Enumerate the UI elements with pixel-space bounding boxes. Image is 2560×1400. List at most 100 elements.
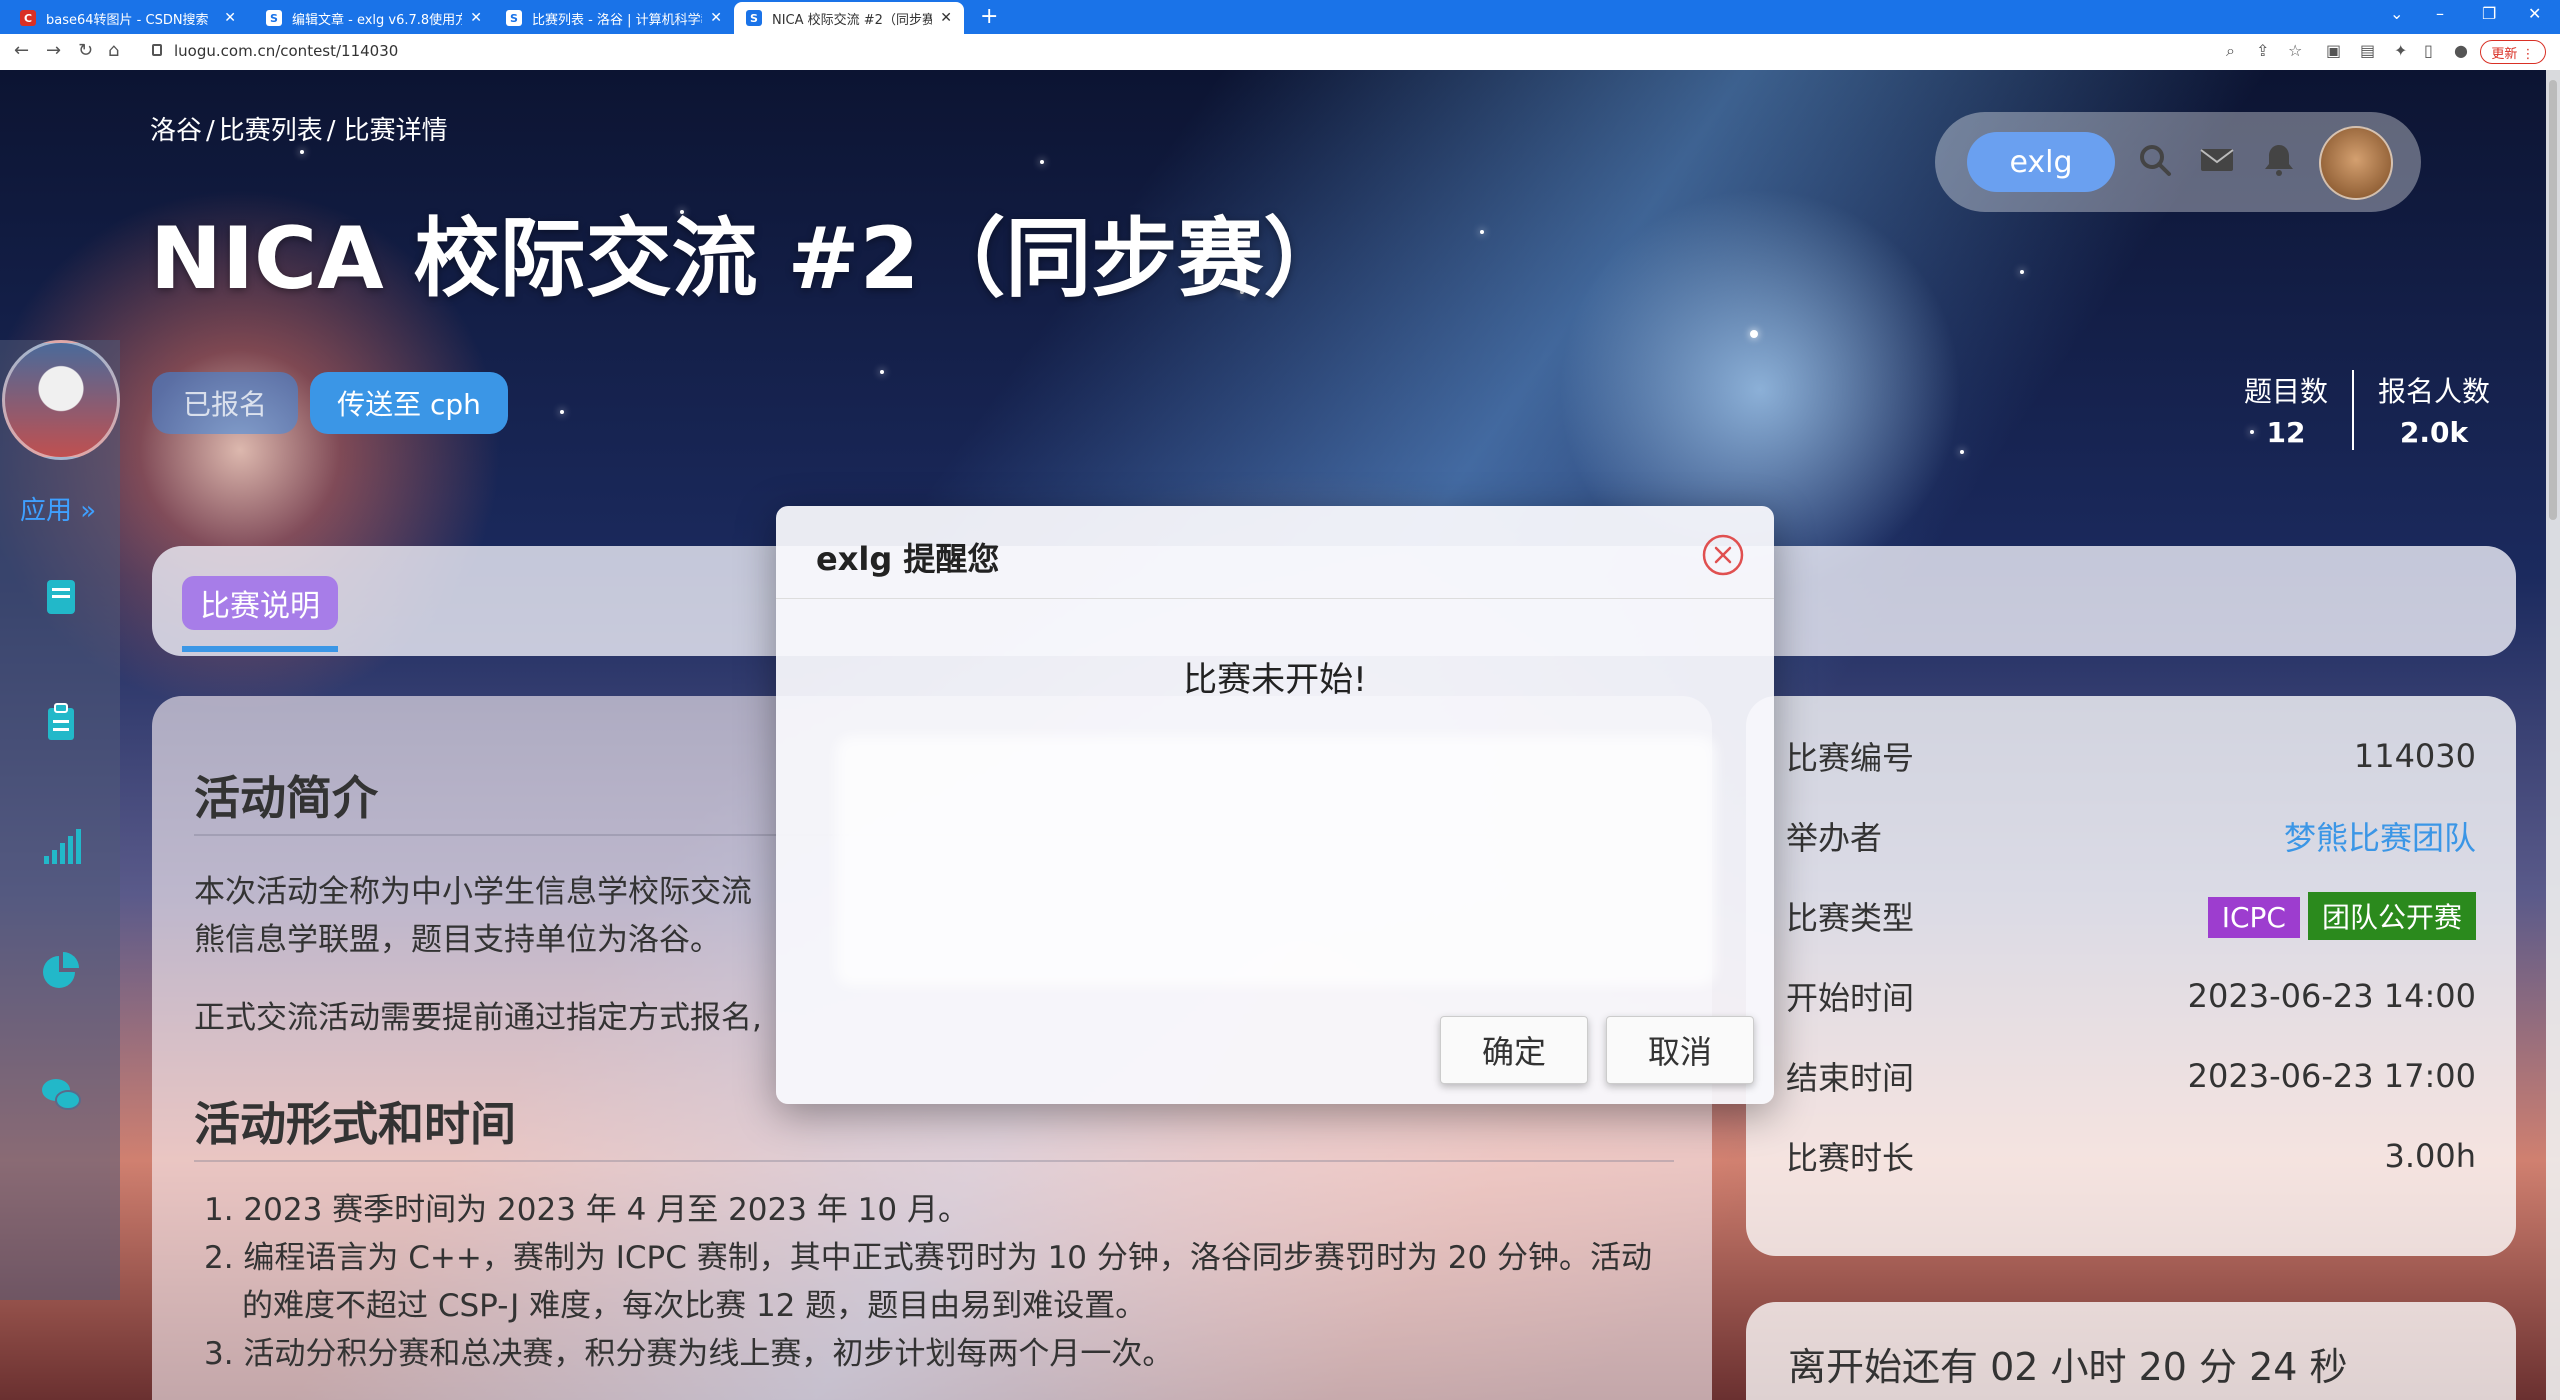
left-sidebar bbox=[0, 340, 120, 1300]
puzzle-icon[interactable]: ✦ bbox=[2394, 41, 2407, 60]
page-background: 洛谷 / 比赛列表 / 比赛详情 NICA 校际交流 #2（同步赛） 已报名 传送至 c… bbox=[0, 70, 2560, 1400]
countdown-card: 离开始还有 02 小时 20 分 24 秒 bbox=[1746, 1302, 2516, 1400]
badge-icpc: ICPC bbox=[2207, 897, 2300, 938]
url-text[interactable]: luogu.com.cn/contest/114030 bbox=[174, 42, 398, 60]
sidepanel-icon[interactable]: ▯ bbox=[2424, 41, 2433, 60]
send-to-cph-button[interactable]: 传送至 cph bbox=[310, 372, 508, 434]
reload-icon[interactable]: ↻ bbox=[78, 40, 93, 61]
apps-toggle[interactable]: 应用 » bbox=[20, 490, 96, 527]
tab-title: base64转图片 - CSDN搜索 bbox=[46, 12, 209, 28]
problems-value: 12 bbox=[2266, 416, 2306, 449]
profile-icon[interactable]: ● bbox=[2454, 41, 2468, 60]
contest-id-value: 114030 bbox=[2353, 737, 2476, 775]
info-label: 比赛时长 bbox=[1786, 1139, 1915, 1177]
heading-intro: 活动简介 bbox=[194, 771, 378, 825]
close-window-icon[interactable]: ✕ bbox=[2528, 4, 2541, 23]
restore-icon[interactable]: ❐ bbox=[2482, 4, 2496, 23]
stats-divider bbox=[2352, 370, 2354, 450]
browser-tab-csdn[interactable]: C base64转图片 - CSDN搜索 ✕ bbox=[8, 2, 248, 34]
info-row-host: 举办者 梦熊比赛团队 bbox=[1786, 806, 2476, 866]
paragraph-registration: 正式交流活动需要提前通过指定方式报名, bbox=[194, 1000, 762, 1036]
book-icon[interactable] bbox=[40, 576, 82, 618]
duration-value: 3.00h bbox=[2384, 1137, 2476, 1175]
heading-format-time: 活动形式和时间 bbox=[194, 1097, 516, 1151]
info-label: 结束时间 bbox=[1786, 1059, 1915, 1097]
info-row-type: 比赛类型 ICPC 团队公开赛 bbox=[1786, 886, 2476, 946]
new-tab-button[interactable]: + bbox=[980, 4, 998, 29]
joined-button[interactable]: 已报名 bbox=[152, 372, 298, 434]
list-item: 1. 2023 赛季时间为 2023 年 4 月至 2023 年 10 月。 bbox=[204, 1192, 969, 1228]
bell-icon[interactable] bbox=[2259, 140, 2299, 180]
tab-title: 比赛列表 - 洛谷 | 计算机科学教育 bbox=[532, 12, 702, 28]
user-avatar[interactable] bbox=[2319, 126, 2393, 200]
tab-search-icon[interactable]: ⌄ bbox=[2390, 4, 2403, 23]
minimize-icon[interactable]: – bbox=[2436, 4, 2444, 23]
bookmark-star-icon[interactable]: ☆ bbox=[2288, 41, 2302, 60]
active-tab-indicator bbox=[182, 646, 338, 652]
paragraph-intro-line1: 本次活动全称为中小学生信息学校际交流 bbox=[194, 874, 752, 910]
tab-close-icon[interactable]: ✕ bbox=[224, 10, 236, 26]
tab-title: 编辑文章 - exlg v6.7.8使用方法 bbox=[292, 12, 463, 28]
share-icon[interactable]: ⇪ bbox=[2256, 41, 2269, 60]
extension-icon[interactable]: ▤ bbox=[2360, 41, 2375, 60]
type-badges: ICPC 团队公开赛 bbox=[2200, 892, 2476, 940]
chat-bubbles-icon[interactable] bbox=[40, 1074, 82, 1116]
csdn-favicon-icon: C bbox=[20, 10, 36, 26]
extension-icon[interactable]: ▣ bbox=[2326, 41, 2341, 60]
update-button[interactable]: 更新 ⋮ bbox=[2480, 40, 2546, 64]
breadcrumb: 洛谷 / 比赛列表 / 比赛详情 bbox=[150, 116, 448, 146]
browser-tab-contest-detail[interactable]: S NICA 校际交流 #2（同步赛） - ✕ bbox=[734, 2, 964, 34]
luogu-favicon-icon: S bbox=[266, 10, 282, 26]
info-label: 开始时间 bbox=[1786, 979, 1915, 1017]
info-label: 比赛类型 bbox=[1786, 899, 1915, 937]
home-icon[interactable]: ⌂ bbox=[108, 40, 119, 61]
info-label: 举办者 bbox=[1786, 819, 1883, 857]
page-title: NICA 校际交流 #2（同步赛） bbox=[150, 209, 1350, 309]
browser-tab-edit-article[interactable]: S 编辑文章 - exlg v6.7.8使用方法 ✕ bbox=[254, 2, 494, 34]
tab-title: NICA 校际交流 #2（同步赛） - bbox=[772, 12, 933, 28]
breadcrumb-home-link[interactable]: 洛谷 bbox=[150, 116, 202, 146]
problems-stat: 题目数 12 bbox=[2236, 370, 2336, 449]
scrollbar-thumb[interactable] bbox=[2549, 80, 2557, 520]
tab-contest-description[interactable]: 比赛说明 bbox=[182, 576, 338, 630]
list-item: 3. 活动分积分赛和总决赛，积分赛为线上赛，初步计划每两个月一次。 bbox=[204, 1336, 1174, 1372]
pie-chart-icon[interactable] bbox=[40, 950, 82, 992]
info-row-duration: 比赛时长 3.00h bbox=[1786, 1126, 2476, 1186]
search-icon[interactable] bbox=[2135, 140, 2175, 180]
clipboard-icon[interactable] bbox=[40, 702, 82, 744]
divider bbox=[194, 1160, 1674, 1162]
tab-close-icon[interactable]: ✕ bbox=[470, 10, 482, 26]
user-toolbar: exlg bbox=[1935, 112, 2421, 212]
info-row-id: 比赛编号 114030 bbox=[1786, 726, 2476, 786]
dialog-backdrop-blur bbox=[836, 736, 1716, 986]
mail-icon[interactable] bbox=[2197, 140, 2237, 180]
forward-icon[interactable]: → bbox=[46, 40, 61, 61]
tab-close-icon[interactable]: ✕ bbox=[710, 10, 722, 26]
host-link[interactable]: 梦熊比赛团队 bbox=[2284, 813, 2476, 859]
ok-button[interactable]: 确定 bbox=[1440, 1016, 1588, 1084]
participants-label: 报名人数 bbox=[2377, 375, 2490, 408]
close-icon[interactable] bbox=[1702, 534, 1744, 576]
zoom-icon[interactable]: ⌕ bbox=[2226, 41, 2235, 61]
list-item-continued: 的难度不超过 CSP-J 难度，每次比赛 12 题，题目由易到难设置。 bbox=[242, 1288, 1147, 1324]
back-icon[interactable]: ← bbox=[14, 40, 29, 61]
browser-tab-contest-list[interactable]: S 比赛列表 - 洛谷 | 计算机科学教育 ✕ bbox=[494, 2, 734, 34]
dialog-message: 比赛未开始! bbox=[1183, 660, 1367, 700]
paragraph-intro-line2: 熊信息学联盟，题目支持单位为洛谷。 bbox=[194, 922, 721, 958]
participants-stat: 报名人数 2.0k bbox=[2376, 370, 2492, 449]
breadcrumb-contest-list-link[interactable]: 比赛列表 bbox=[219, 116, 323, 146]
tab-close-icon[interactable]: ✕ bbox=[940, 10, 952, 26]
start-time-value: 2023-06-23 14:00 bbox=[2187, 977, 2476, 1015]
exlg-button[interactable]: exlg bbox=[1967, 132, 2115, 192]
site-logo-avatar[interactable] bbox=[2, 340, 120, 460]
signal-chart-icon[interactable] bbox=[40, 826, 82, 868]
browser-tab-bar: C base64转图片 - CSDN搜索 ✕ S 编辑文章 - exlg v6.… bbox=[0, 0, 2560, 34]
luogu-favicon-icon: S bbox=[746, 10, 762, 26]
dialog-divider bbox=[776, 598, 1774, 599]
cancel-button[interactable]: 取消 bbox=[1606, 1016, 1754, 1084]
lock-icon[interactable] bbox=[152, 44, 162, 56]
luogu-favicon-icon: S bbox=[506, 10, 522, 26]
info-row-start: 开始时间 2023-06-23 14:00 bbox=[1786, 966, 2476, 1026]
info-label: 比赛编号 bbox=[1786, 739, 1915, 777]
dialog-title: exlg 提醒您 bbox=[816, 540, 1000, 578]
